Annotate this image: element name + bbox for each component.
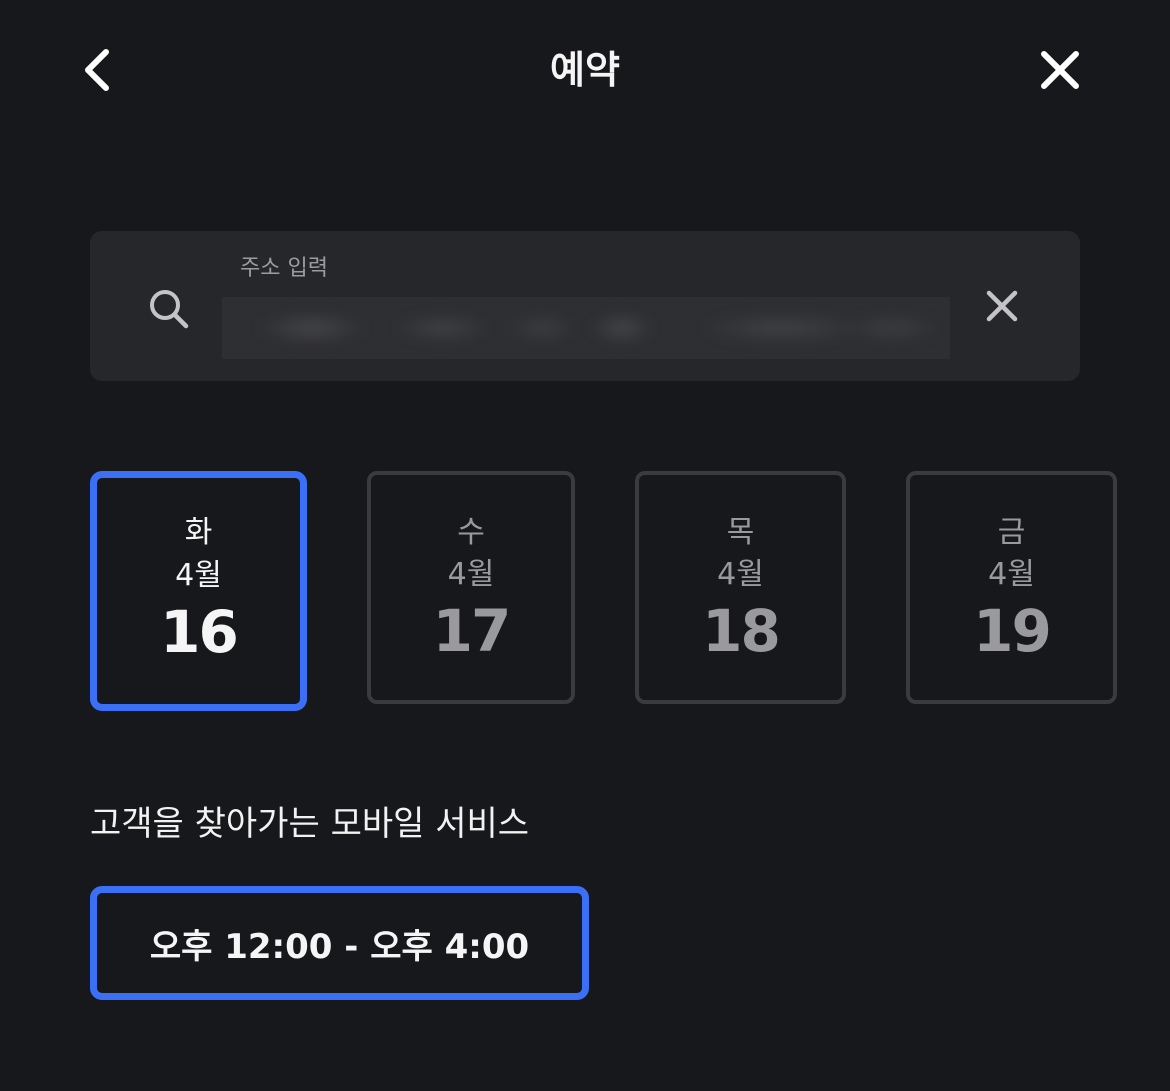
day-of-week: 목 <box>726 515 755 550</box>
header: 예약 <box>0 0 1170 140</box>
month-label: 4월 <box>175 558 222 593</box>
day-of-week: 수 <box>457 515 485 550</box>
time-slot-button[interactable]: 오후 12:00 - 오후 4:00 <box>90 886 589 1000</box>
day-of-week: 금 <box>997 515 1026 550</box>
close-icon <box>1041 51 1079 89</box>
date-card-16[interactable]: 화 4월 16 <box>90 471 307 711</box>
day-number: 19 <box>973 597 1052 665</box>
month-label: 4월 <box>447 557 495 592</box>
date-card-18[interactable]: 목 4월 18 <box>635 471 846 704</box>
address-input[interactable] <box>222 297 950 359</box>
month-label: 4월 <box>717 557 764 592</box>
page-title: 예약 <box>550 48 620 92</box>
day-number: 16 <box>160 598 239 666</box>
close-button[interactable] <box>1028 38 1092 102</box>
search-icon <box>145 285 193 333</box>
clear-icon <box>986 290 1018 322</box>
day-number: 18 <box>702 597 781 665</box>
clear-address-button[interactable] <box>978 282 1026 330</box>
date-card-17[interactable]: 수 4월 17 <box>367 471 575 704</box>
service-section-title: 고객을 찾아가는 모바일 서비스 <box>90 804 530 844</box>
time-slot-label: 오후 12:00 - 오후 4:00 <box>149 926 530 967</box>
day-number: 17 <box>432 597 512 665</box>
day-of-week: 화 <box>184 515 213 550</box>
date-card-19[interactable]: 금 4월 19 <box>906 471 1117 704</box>
month-label: 4월 <box>988 557 1035 592</box>
address-input-label: 주소 입력 <box>240 256 328 281</box>
